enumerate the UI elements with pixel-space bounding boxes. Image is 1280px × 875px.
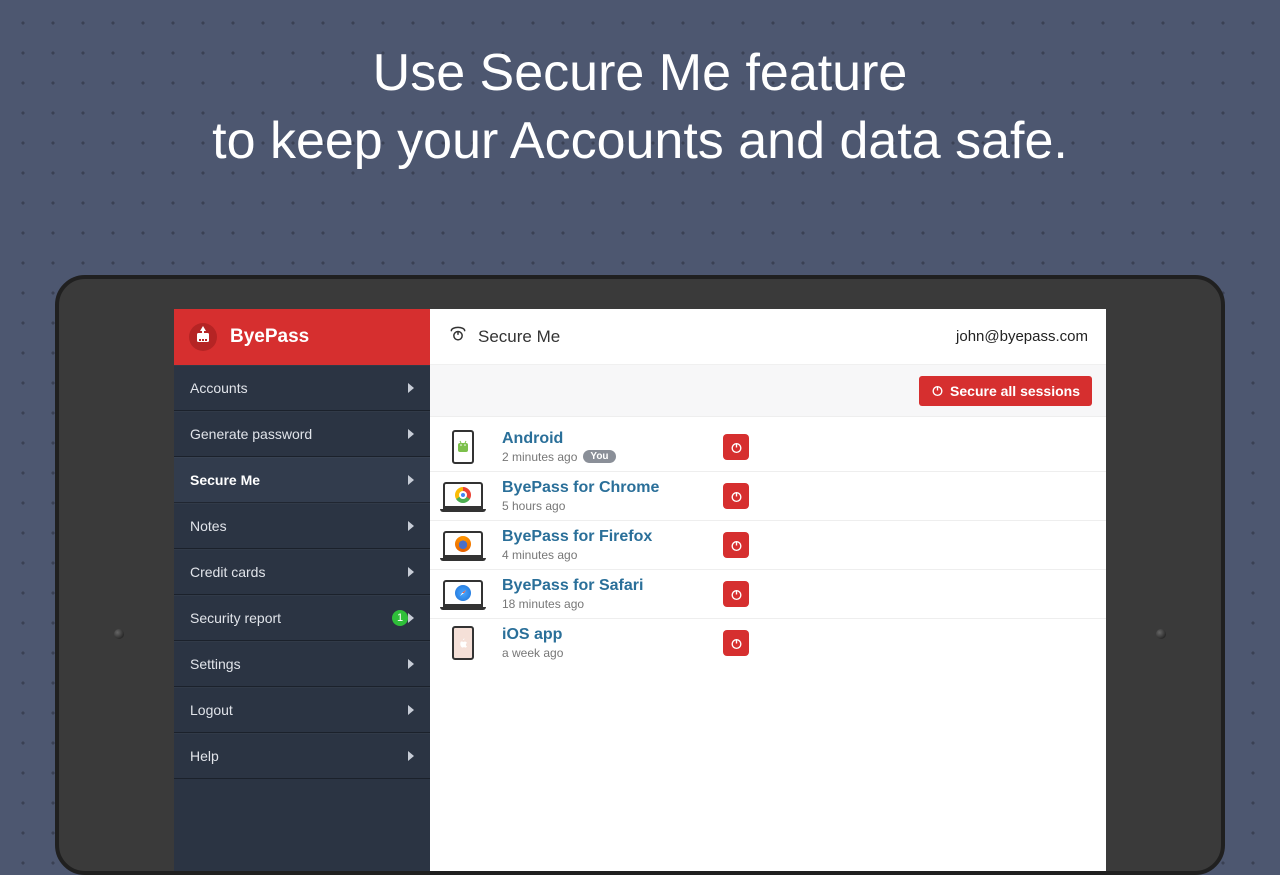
session-info: ByePass for Chrome 5 hours ago bbox=[502, 479, 707, 513]
sidebar-item-label: Accounts bbox=[190, 380, 408, 396]
action-bar: Secure all sessions bbox=[430, 365, 1106, 417]
session-list: Android 2 minutes ago You ByePass for Chrom… bbox=[430, 417, 1106, 673]
chevron-right-icon bbox=[408, 613, 414, 623]
phone-android-icon bbox=[440, 429, 486, 465]
session-time: 4 minutes ago bbox=[502, 548, 577, 562]
sidebar-item-logout[interactable]: Logout bbox=[174, 687, 430, 733]
session-name: ByePass for Safari bbox=[502, 577, 707, 595]
session-meta: 4 minutes ago bbox=[502, 548, 707, 562]
chevron-right-icon bbox=[408, 383, 414, 393]
sidebar-badge: 1 bbox=[392, 610, 408, 626]
session-row: ByePass for Safari 18 minutes ago bbox=[430, 570, 1106, 619]
sidebar-item-credit-cards[interactable]: Credit cards bbox=[174, 549, 430, 595]
session-meta: a week ago bbox=[502, 646, 707, 660]
logout-session-button[interactable] bbox=[723, 581, 749, 607]
sidebar-item-settings[interactable]: Settings bbox=[174, 641, 430, 687]
session-info: ByePass for Safari 18 minutes ago bbox=[502, 577, 707, 611]
session-name: iOS app bbox=[502, 626, 707, 644]
session-name: ByePass for Firefox bbox=[502, 528, 707, 546]
session-time: 5 hours ago bbox=[502, 499, 565, 513]
page-title: Secure Me bbox=[478, 327, 560, 347]
app-window: ByePass Accounts Generate password Secure … bbox=[174, 309, 1106, 871]
sidebar-item-security-report[interactable]: Security report 1 bbox=[174, 595, 430, 641]
sidebar-item-label: Settings bbox=[190, 656, 408, 672]
logout-session-button[interactable] bbox=[723, 483, 749, 509]
topbar: Secure Me john@byepass.com bbox=[430, 309, 1106, 365]
session-info: ByePass for Firefox 4 minutes ago bbox=[502, 528, 707, 562]
logout-session-button[interactable] bbox=[723, 532, 749, 558]
sidebar-item-accounts[interactable]: Accounts bbox=[174, 365, 430, 411]
session-row: ByePass for Firefox 4 minutes ago bbox=[430, 521, 1106, 570]
sidebar-item-notes[interactable]: Notes bbox=[174, 503, 430, 549]
session-row: Android 2 minutes ago You bbox=[430, 423, 1106, 472]
user-email: john@byepass.com bbox=[956, 328, 1088, 345]
sidebar-nav: Accounts Generate password Secure Me Notes C… bbox=[174, 365, 430, 779]
tablet-camera-right bbox=[1156, 629, 1166, 639]
sidebar: ByePass Accounts Generate password Secure … bbox=[174, 309, 430, 871]
session-name: ByePass for Chrome bbox=[502, 479, 707, 497]
laptop-safari-icon bbox=[440, 576, 486, 612]
chevron-right-icon bbox=[408, 659, 414, 669]
sidebar-item-label: Help bbox=[190, 748, 408, 764]
sidebar-item-label: Notes bbox=[190, 518, 408, 534]
tablet-camera-left bbox=[114, 629, 124, 639]
sidebar-item-help[interactable]: Help bbox=[174, 733, 430, 779]
sidebar-item-secure-me[interactable]: Secure Me bbox=[174, 457, 430, 503]
content-area: Secure Me john@byepass.com Secure all se… bbox=[430, 309, 1106, 871]
brand-logo-icon bbox=[188, 322, 218, 352]
session-time: 18 minutes ago bbox=[502, 597, 584, 611]
session-info: Android 2 minutes ago You bbox=[502, 430, 707, 464]
session-time: a week ago bbox=[502, 646, 563, 660]
session-row: ByePass for Chrome 5 hours ago bbox=[430, 472, 1106, 521]
tablet-frame: ByePass Accounts Generate password Secure … bbox=[55, 275, 1225, 875]
sidebar-item-label: Logout bbox=[190, 702, 408, 718]
session-meta: 2 minutes ago You bbox=[502, 450, 707, 464]
session-info: iOS app a week ago bbox=[502, 626, 707, 660]
session-meta: 5 hours ago bbox=[502, 499, 707, 513]
chevron-right-icon bbox=[408, 475, 414, 485]
logout-session-button[interactable] bbox=[723, 434, 749, 460]
brand: ByePass bbox=[174, 309, 430, 365]
session-time: 2 minutes ago bbox=[502, 450, 577, 464]
secure-all-sessions-label: Secure all sessions bbox=[950, 383, 1080, 399]
chevron-right-icon bbox=[408, 429, 414, 439]
session-name: Android bbox=[502, 430, 707, 448]
sidebar-item-label: Security report bbox=[190, 610, 384, 626]
chevron-right-icon bbox=[408, 751, 414, 761]
laptop-firefox-icon bbox=[440, 527, 486, 563]
sidebar-item-label: Generate password bbox=[190, 426, 408, 442]
laptop-chrome-icon bbox=[440, 478, 486, 514]
hero-line-1: Use Secure Me feature bbox=[0, 40, 1280, 108]
session-row: iOS app a week ago bbox=[430, 619, 1106, 667]
hero-line-2: to keep your Accounts and data safe. bbox=[0, 108, 1280, 176]
session-meta: 18 minutes ago bbox=[502, 597, 707, 611]
sidebar-item-generate-password[interactable]: Generate password bbox=[174, 411, 430, 457]
chevron-right-icon bbox=[408, 567, 414, 577]
brand-name: ByePass bbox=[230, 326, 309, 348]
chevron-right-icon bbox=[408, 521, 414, 531]
chevron-right-icon bbox=[408, 705, 414, 715]
sidebar-item-label: Secure Me bbox=[190, 472, 408, 488]
you-badge: You bbox=[583, 450, 615, 463]
sidebar-item-label: Credit cards bbox=[190, 564, 408, 580]
hero-text: Use Secure Me feature to keep your Accou… bbox=[0, 0, 1280, 175]
secure-me-icon bbox=[448, 324, 468, 349]
secure-all-sessions-button[interactable]: Secure all sessions bbox=[919, 376, 1092, 406]
logout-session-button[interactable] bbox=[723, 630, 749, 656]
phone-ios-icon bbox=[440, 625, 486, 661]
